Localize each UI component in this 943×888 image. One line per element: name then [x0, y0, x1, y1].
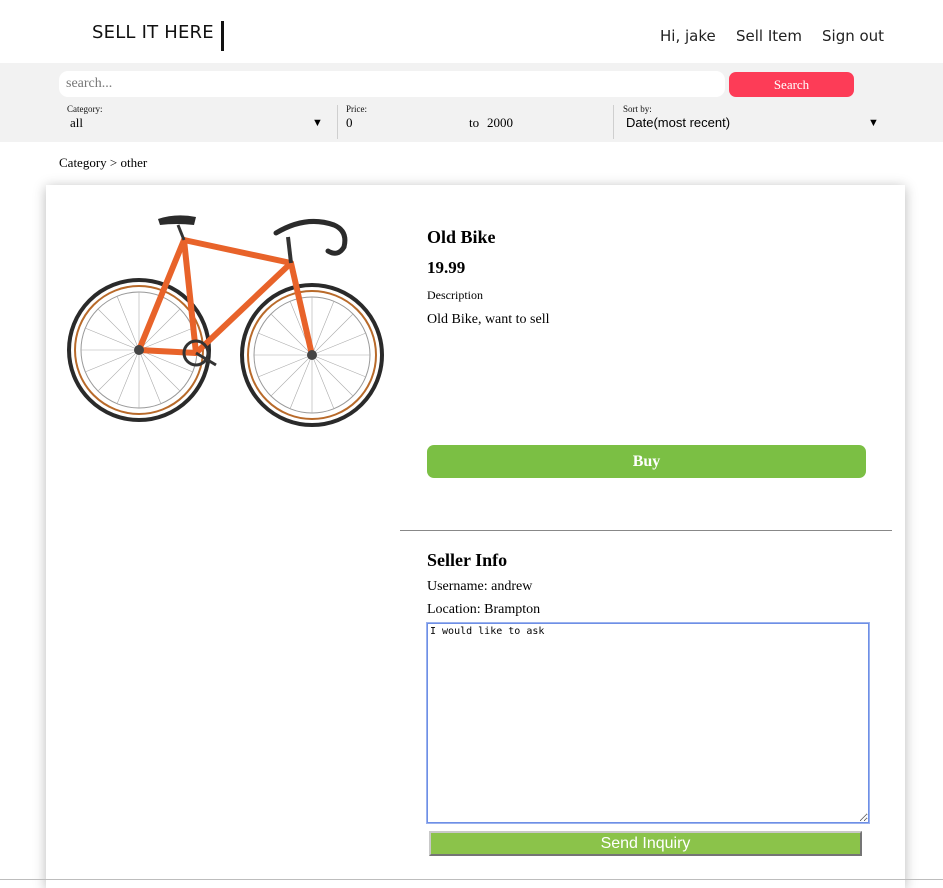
price-to-label: to [469, 115, 480, 130]
search-bar: Search Category: all ▼ Price: 0 to 2000 … [0, 63, 943, 142]
price-label: Price: [346, 104, 367, 114]
product-title: Old Bike [427, 227, 496, 247]
chevron-down-icon: ▼ [312, 117, 323, 129]
search-button[interactable]: Search [729, 72, 854, 97]
breadcrumb[interactable]: Category > other [59, 155, 147, 171]
filter-divider [613, 105, 614, 139]
description-text: Old Bike, want to sell [427, 312, 550, 327]
greeting-link[interactable]: Hi, jake [660, 27, 716, 45]
sell-item-link[interactable]: Sell Item [736, 27, 802, 45]
seller-info-heading: Seller Info [427, 550, 508, 570]
section-divider [400, 530, 892, 531]
product-price: 19.99 [427, 258, 466, 277]
seller-username: Username: andrew [427, 579, 533, 594]
site-logo[interactable]: SELL IT HERE [92, 22, 214, 43]
price-min-input[interactable]: 0 [346, 115, 353, 131]
sort-value: Date(most recent) [626, 115, 731, 130]
buy-button[interactable]: Buy [427, 445, 866, 478]
price-filter: Price: 0 to 2000 [346, 104, 606, 138]
page-bottom-divider [0, 879, 943, 880]
search-input[interactable] [59, 71, 725, 97]
send-inquiry-button[interactable]: Send Inquiry [429, 831, 862, 856]
inquiry-textarea[interactable]: I would like to ask [426, 622, 870, 824]
description-label: Description [427, 288, 483, 302]
seller-location: Location: Brampton [427, 602, 541, 617]
category-label: Category: [67, 104, 103, 114]
top-header: SELL IT HERE Hi, jake Sell Item Sign out [0, 0, 943, 63]
sort-filter[interactable]: Sort by: Date(most recent) ▼ [623, 104, 883, 138]
bicycle-image [67, 215, 384, 427]
price-max-input[interactable]: 2000 [487, 115, 513, 131]
chevron-down-icon: ▼ [868, 117, 879, 129]
category-value: all [70, 115, 83, 130]
category-filter[interactable]: Category: all ▼ [67, 104, 329, 138]
product-card: Old Bike 19.99 Description Old Bike, wan… [46, 185, 905, 888]
filter-divider [337, 105, 338, 139]
sort-label: Sort by: [623, 104, 652, 114]
sign-out-link[interactable]: Sign out [822, 27, 884, 45]
logo-divider [221, 21, 224, 51]
